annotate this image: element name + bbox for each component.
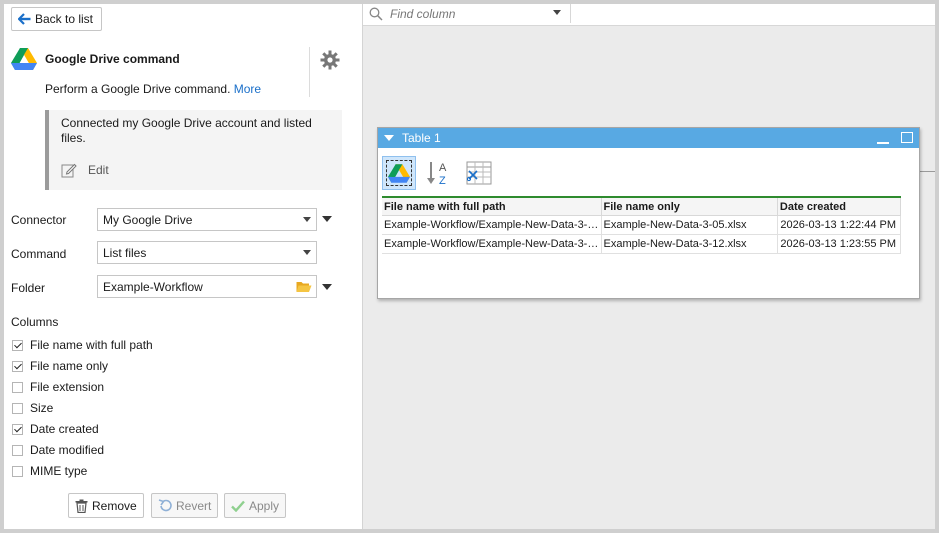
apply-label: Apply bbox=[249, 498, 280, 513]
folder-icon[interactable] bbox=[296, 280, 312, 293]
chevron-down-icon bbox=[303, 217, 311, 222]
revert-icon bbox=[158, 499, 172, 512]
column-option[interactable]: File extension bbox=[12, 380, 104, 394]
table-cell: Example-New-Data-3-12.xlsx bbox=[601, 234, 778, 254]
find-column-input[interactable]: Find column bbox=[369, 4, 569, 24]
trash-icon bbox=[75, 499, 88, 513]
maximize-icon[interactable] bbox=[901, 132, 913, 143]
checkbox[interactable] bbox=[12, 402, 23, 414]
column-header[interactable]: File name only bbox=[601, 196, 778, 216]
back-to-list-button[interactable]: Back to list bbox=[11, 7, 103, 31]
table-cell: Example-New-Data-3-05.xlsx bbox=[601, 215, 778, 235]
columns-title: Columns bbox=[11, 315, 59, 329]
column-option-label: Date created bbox=[30, 422, 99, 436]
table-title: Table 1 bbox=[402, 131, 441, 145]
folder-menu-caret-icon[interactable] bbox=[322, 284, 332, 290]
column-option[interactable]: File name with full path bbox=[12, 338, 153, 352]
connector-label: Connector bbox=[11, 213, 67, 227]
remove-button[interactable]: Remove bbox=[68, 493, 144, 518]
apply-button[interactable]: Apply bbox=[224, 493, 287, 518]
summary-accent-bar bbox=[45, 110, 49, 190]
minimize-icon[interactable] bbox=[877, 142, 889, 144]
connector-menu-caret-icon[interactable] bbox=[322, 216, 332, 222]
chevron-down-icon bbox=[303, 250, 311, 255]
edit-button[interactable]: Edit bbox=[61, 162, 109, 178]
folder-label: Folder bbox=[11, 281, 46, 295]
svg-text:Z: Z bbox=[439, 175, 446, 187]
folder-value: Example-Workflow bbox=[103, 279, 203, 294]
table-row[interactable]: Example-Workflow/Example-New-Data-3-12.x… bbox=[382, 234, 902, 254]
back-label: Back to list bbox=[35, 12, 94, 26]
command-summary: Connected my Google Drive account and li… bbox=[45, 110, 342, 190]
find-column-placeholder: Find column bbox=[390, 7, 456, 21]
sort-button[interactable]: A Z bbox=[422, 156, 456, 190]
preview-area: Find column Table 1 A Z File name with f… bbox=[363, 4, 935, 529]
table-row[interactable]: Example-Workflow/Example-New-Data-3-05.x… bbox=[382, 215, 902, 235]
results-table: File name with full path File name only … bbox=[382, 196, 902, 254]
command-title: Google Drive command bbox=[45, 52, 180, 66]
connector-value: My Google Drive bbox=[103, 212, 193, 227]
find-column-bar: Find column bbox=[363, 4, 935, 26]
command-label: Command bbox=[11, 247, 67, 261]
table-titlebar[interactable]: Table 1 bbox=[378, 128, 919, 148]
remove-label: Remove bbox=[92, 498, 137, 513]
column-cut-icon bbox=[466, 161, 492, 185]
google-drive-logo-icon bbox=[11, 48, 37, 70]
gear-icon[interactable] bbox=[320, 50, 340, 70]
back-arrow-icon bbox=[18, 13, 31, 25]
connector-line bbox=[919, 171, 935, 172]
table-cell: Example-Workflow/Example-New-Data-3-05.x… bbox=[382, 215, 602, 235]
check-icon bbox=[231, 500, 245, 512]
table-cell: 2026-03-13 1:22:44 PM bbox=[777, 215, 902, 235]
search-icon bbox=[369, 7, 383, 21]
column-option-label: File extension bbox=[30, 380, 105, 394]
checkbox[interactable] bbox=[12, 381, 23, 393]
command-value: List files bbox=[103, 245, 147, 260]
table-toolbar: A Z bbox=[382, 156, 496, 190]
column-header[interactable]: File name with full path bbox=[382, 196, 602, 216]
edit-icon bbox=[61, 163, 77, 178]
command-select[interactable]: List files bbox=[97, 241, 317, 264]
revert-button[interactable]: Revert bbox=[151, 493, 219, 518]
column-option-label: MIME type bbox=[30, 464, 88, 478]
column-option[interactable]: MIME type bbox=[12, 464, 87, 478]
chevron-down-icon[interactable] bbox=[553, 10, 561, 15]
command-desc-text: Perform a Google Drive command. bbox=[45, 82, 231, 96]
more-link[interactable]: More bbox=[234, 82, 261, 96]
table-header-row: File name with full path File name only … bbox=[382, 196, 902, 216]
checkbox[interactable] bbox=[12, 465, 23, 477]
folder-input[interactable]: Example-Workflow bbox=[97, 275, 317, 298]
column-option-label: Size bbox=[30, 401, 54, 415]
checkbox[interactable] bbox=[12, 360, 23, 372]
connector-select[interactable]: My Google Drive bbox=[97, 208, 317, 231]
column-option[interactable]: Date created bbox=[12, 422, 99, 436]
google-drive-logo-icon bbox=[388, 163, 410, 183]
column-option[interactable]: Date modified bbox=[12, 443, 104, 457]
column-option[interactable]: Size bbox=[12, 401, 53, 415]
sort-az-icon: A Z bbox=[427, 162, 447, 187]
table-cell: Example-Workflow/Example-New-Data-3-12.x… bbox=[382, 234, 602, 254]
google-drive-source-button[interactable] bbox=[382, 156, 416, 190]
checkbox[interactable] bbox=[12, 423, 23, 435]
command-description: Perform a Google Drive command. More bbox=[45, 82, 261, 96]
checkbox[interactable] bbox=[12, 339, 23, 351]
command-panel: Back to list Google Drive command Perfor… bbox=[4, 4, 363, 529]
checkbox[interactable] bbox=[12, 444, 23, 456]
find-separator bbox=[570, 4, 571, 23]
column-header[interactable]: Date created bbox=[777, 196, 902, 216]
header-separator bbox=[309, 47, 310, 97]
column-option[interactable]: File name only bbox=[12, 359, 108, 373]
edit-label: Edit bbox=[88, 163, 109, 177]
column-option-label: File name only bbox=[30, 359, 109, 373]
collapse-triangle-icon[interactable] bbox=[384, 135, 394, 141]
revert-label: Revert bbox=[176, 498, 212, 513]
table-window: Table 1 A Z File name with full path Fil… bbox=[377, 127, 920, 299]
table-cell: 2026-03-13 1:23:55 PM bbox=[777, 234, 902, 254]
column-cut-button[interactable] bbox=[462, 156, 496, 190]
column-option-label: File name with full path bbox=[30, 338, 153, 352]
app-frame: Back to list Google Drive command Perfor… bbox=[4, 4, 935, 529]
column-option-label: Date modified bbox=[30, 443, 105, 457]
svg-text:A: A bbox=[439, 162, 447, 174]
summary-text: Connected my Google Drive account and li… bbox=[61, 116, 312, 145]
